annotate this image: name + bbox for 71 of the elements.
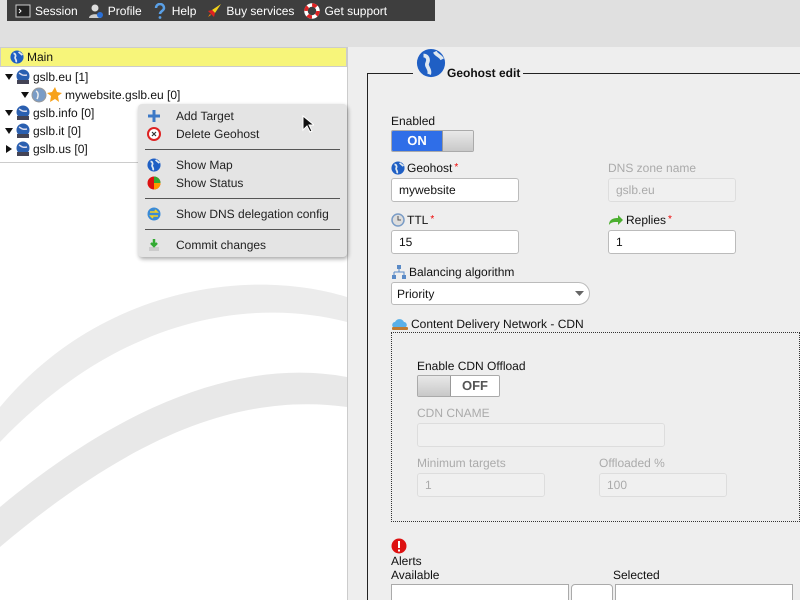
alert-icon xyxy=(391,538,407,554)
toolbar-button[interactable]: Profile xyxy=(88,2,142,20)
required-mark: * xyxy=(430,213,434,227)
tree-item[interactable]: gslb.info [0] xyxy=(33,104,94,122)
field-label: TTL xyxy=(407,212,428,229)
menu-item[interactable]: Show Map xyxy=(145,156,340,174)
required-mark: * xyxy=(668,213,672,227)
globe-icon xyxy=(10,50,24,64)
input-field[interactable]: 1 xyxy=(608,230,736,254)
menu-item[interactable]: Show DNS delegation config xyxy=(145,205,340,223)
section-title: Content Delivery Network - CDN xyxy=(411,316,584,333)
field-label: Balancing algorithm xyxy=(409,264,514,281)
globe-icon xyxy=(416,48,446,78)
tree-item[interactable]: gslb.it [0] xyxy=(33,122,82,140)
list-label: Selected xyxy=(613,568,660,582)
toolbar-button[interactable]: Help xyxy=(152,2,196,20)
field-label: Offloaded % xyxy=(599,455,665,472)
tree-item[interactable]: gslb.eu [1] xyxy=(33,68,88,86)
toolbar-button[interactable]: Get support xyxy=(304,2,388,20)
field-label: Enable CDN Offload xyxy=(417,358,527,375)
server-globe-icon xyxy=(15,69,31,85)
expanded-arrow-icon[interactable] xyxy=(21,91,29,99)
arrow-icon xyxy=(608,214,624,226)
menu-item[interactable]: Commit changes xyxy=(145,236,340,254)
server-globe-icon xyxy=(15,123,31,139)
field-label: DNS zone name xyxy=(608,160,696,177)
field-label: Replies xyxy=(626,212,666,229)
toggle-switch[interactable]: OFF xyxy=(417,375,500,397)
form-title: Geohost edit xyxy=(447,65,520,82)
toolbar-button[interactable]: Buy services xyxy=(206,2,294,20)
pie-chart-icon xyxy=(147,176,161,190)
cloud-icon xyxy=(391,318,409,330)
dropdown-caret-icon xyxy=(575,291,584,296)
user-icon xyxy=(88,2,104,18)
field-label: Minimum targets xyxy=(417,455,506,472)
required-mark: * xyxy=(454,161,458,175)
menu-item[interactable]: Add Target xyxy=(145,107,340,125)
hierarchy-icon xyxy=(391,265,407,279)
input-field[interactable]: mywebsite xyxy=(391,178,519,202)
tree-item[interactable]: mywebsite.gslb.eu [0] xyxy=(65,86,180,104)
globe-icon xyxy=(391,161,405,175)
field-label: Enabled xyxy=(391,113,436,130)
globe-icon xyxy=(147,158,161,172)
toolbar-button[interactable]: Session xyxy=(15,2,78,20)
globe-arrows-icon xyxy=(147,207,161,221)
delete-icon xyxy=(147,127,161,141)
expanded-arrow-icon[interactable] xyxy=(5,73,13,81)
lifebuoy-icon xyxy=(304,2,320,18)
list-label: Available xyxy=(391,568,440,582)
tree-item[interactable]: gslb.us [0] xyxy=(33,140,88,158)
menu-item[interactable]: Show Status xyxy=(145,174,340,192)
server-globe-icon xyxy=(15,105,31,121)
globe-star-icon xyxy=(31,87,63,103)
field-label: CDN CNAME xyxy=(417,405,490,422)
terminal-icon xyxy=(15,2,31,18)
collapsed-arrow-icon[interactable] xyxy=(5,145,13,153)
mouse-cursor-icon xyxy=(302,115,314,133)
field-label: Geohost xyxy=(407,160,452,177)
tree-title: Main xyxy=(27,49,54,66)
select-dropdown[interactable]: Priority xyxy=(391,282,590,305)
server-globe-icon xyxy=(15,141,31,157)
field-label: Alerts xyxy=(391,554,423,568)
expanded-arrow-icon[interactable] xyxy=(5,109,13,117)
plus-icon xyxy=(147,109,161,123)
download-icon xyxy=(147,238,161,252)
rocket-icon xyxy=(206,2,222,18)
toggle-switch[interactable]: ON xyxy=(391,130,474,152)
clock-icon xyxy=(391,213,405,227)
input-field[interactable]: 15 xyxy=(391,230,519,254)
menu-item[interactable]: Delete Geohost xyxy=(145,125,340,143)
expanded-arrow-icon[interactable] xyxy=(5,127,13,135)
